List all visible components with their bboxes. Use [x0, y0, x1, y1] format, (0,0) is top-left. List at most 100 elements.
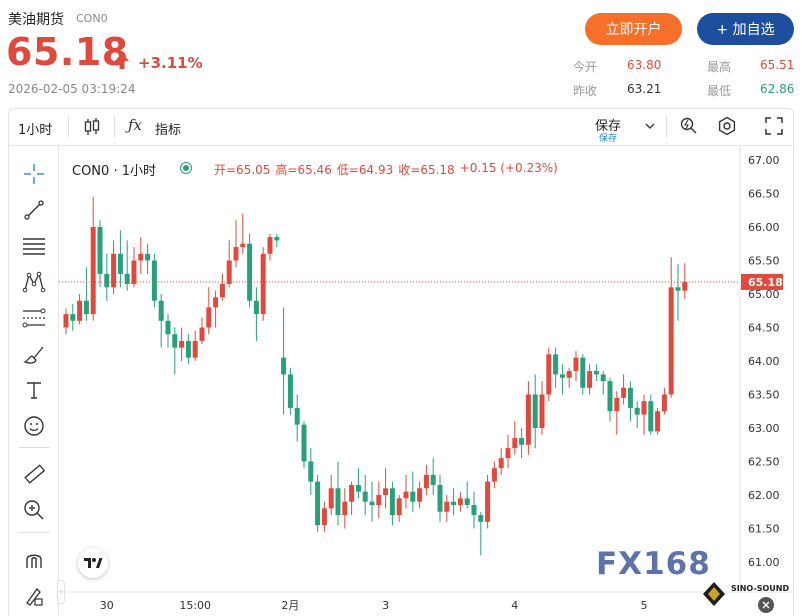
candle-body [389, 488, 395, 516]
candle-body [117, 253, 123, 274]
candle-body [423, 474, 429, 489]
candle-body [274, 237, 280, 241]
candle-body [573, 357, 579, 372]
time-tick-label: 30 [100, 599, 114, 612]
price-tick-label: 63.00 [748, 422, 780, 435]
price-tick-label: 67.00 [748, 154, 780, 167]
candle-body [661, 394, 667, 412]
candle-body [519, 438, 525, 445]
candle-body [315, 481, 321, 526]
close-icon[interactable] [758, 597, 774, 613]
time-tick-label: 5 [641, 599, 648, 612]
candle-body [607, 381, 613, 412]
candle-body [396, 498, 402, 516]
candle-body [77, 300, 83, 321]
candle-body [580, 357, 586, 388]
price-tick-label: 66.00 [748, 221, 780, 234]
candle-body [165, 320, 171, 335]
candle-body [457, 498, 463, 506]
sino-sound-text: SINO-SOUND [731, 584, 790, 593]
time-tick-label: 15:00 [179, 599, 211, 612]
candle-body [179, 340, 185, 348]
candle-body [240, 243, 246, 248]
candle-body [321, 508, 327, 526]
candle-body [328, 488, 334, 509]
candle-body [151, 260, 157, 301]
candle-body [627, 387, 633, 408]
candle-body [641, 401, 647, 415]
candle-body [138, 253, 144, 261]
candle-body [287, 374, 293, 408]
candle-body [478, 515, 484, 522]
price-tick-label: 62.50 [748, 456, 780, 469]
price-axis: 67.00 66.50 66.00 65.50 65.00 64.50 64.00 63.50… [748, 154, 780, 569]
candle-body [655, 411, 661, 432]
price-tick-label: 62.00 [748, 489, 780, 502]
candle-body [63, 314, 69, 328]
candle-body [491, 468, 497, 482]
candle-body [600, 374, 606, 382]
price-tick-label: 64.00 [748, 355, 780, 368]
price-tick-label: 65.00 [748, 288, 780, 301]
price-tick-label: 66.50 [748, 188, 780, 201]
time-axis: 30 15:00 2月 3 4 5 [100, 599, 648, 612]
candle-body [430, 474, 436, 485]
candle-body [559, 374, 565, 378]
candle-body [532, 394, 538, 428]
candle-body [294, 407, 300, 425]
price-tick-label: 61.50 [748, 523, 780, 536]
candle-body [593, 371, 599, 375]
candle-body [417, 488, 423, 502]
candle-body [471, 505, 477, 516]
candle-body [145, 253, 151, 261]
candle-body [131, 260, 137, 284]
tradingview-logo-icon[interactable] [78, 548, 108, 578]
candle-body [104, 273, 110, 288]
candle-body [83, 300, 89, 315]
candle-body [410, 491, 416, 502]
candle-body [634, 407, 640, 415]
candle-body [498, 458, 504, 469]
candle-body [260, 253, 266, 315]
candle-body [587, 371, 593, 388]
price-tick-label: 64.50 [748, 322, 780, 335]
candle-body [172, 334, 178, 348]
sino-sound-logo-icon [702, 581, 726, 607]
candle-body [335, 488, 341, 516]
candle-body [464, 498, 470, 506]
candle-body [512, 438, 518, 449]
fx168-watermark: FX168 [596, 546, 711, 582]
time-tick-label: 2月 [281, 599, 299, 612]
candle-body [505, 448, 511, 459]
candle-body [553, 354, 559, 375]
price-tick-label: 61.00 [748, 556, 780, 569]
candle-body [682, 281, 688, 291]
candle-body [213, 297, 219, 308]
time-tick-label: 3 [382, 599, 389, 612]
candle-body [485, 481, 491, 522]
candle-body [158, 300, 164, 321]
candle-body [369, 501, 375, 506]
candle-body [668, 287, 674, 395]
candle-body [342, 501, 348, 516]
price-tick-label: 65.50 [748, 255, 780, 268]
candle-body [267, 237, 273, 254]
candle-body [247, 243, 253, 301]
candle-body [70, 314, 76, 321]
candle-body [124, 273, 130, 284]
last-price-marker: 65.18 [59, 273, 783, 290]
candle-body [525, 394, 531, 445]
last-price-tag-label: 65.18 [748, 276, 783, 289]
candle-body [614, 397, 620, 412]
candle-body [219, 283, 225, 298]
candle-body [233, 247, 239, 261]
candle-body [90, 227, 96, 315]
candle-body [444, 501, 450, 512]
candle-body [621, 387, 627, 398]
candlestick-chart[interactable]: 67.00 66.50 66.00 65.50 65.00 64.50 64.00 63.50… [0, 0, 802, 616]
app-root: 美油期货 CON0 65.18 +3.11% 2026-02-05 03:19:… [0, 0, 802, 616]
candle-body [566, 371, 572, 378]
candle-body [539, 394, 545, 428]
candle-body [675, 287, 681, 291]
candles-group [63, 196, 688, 556]
